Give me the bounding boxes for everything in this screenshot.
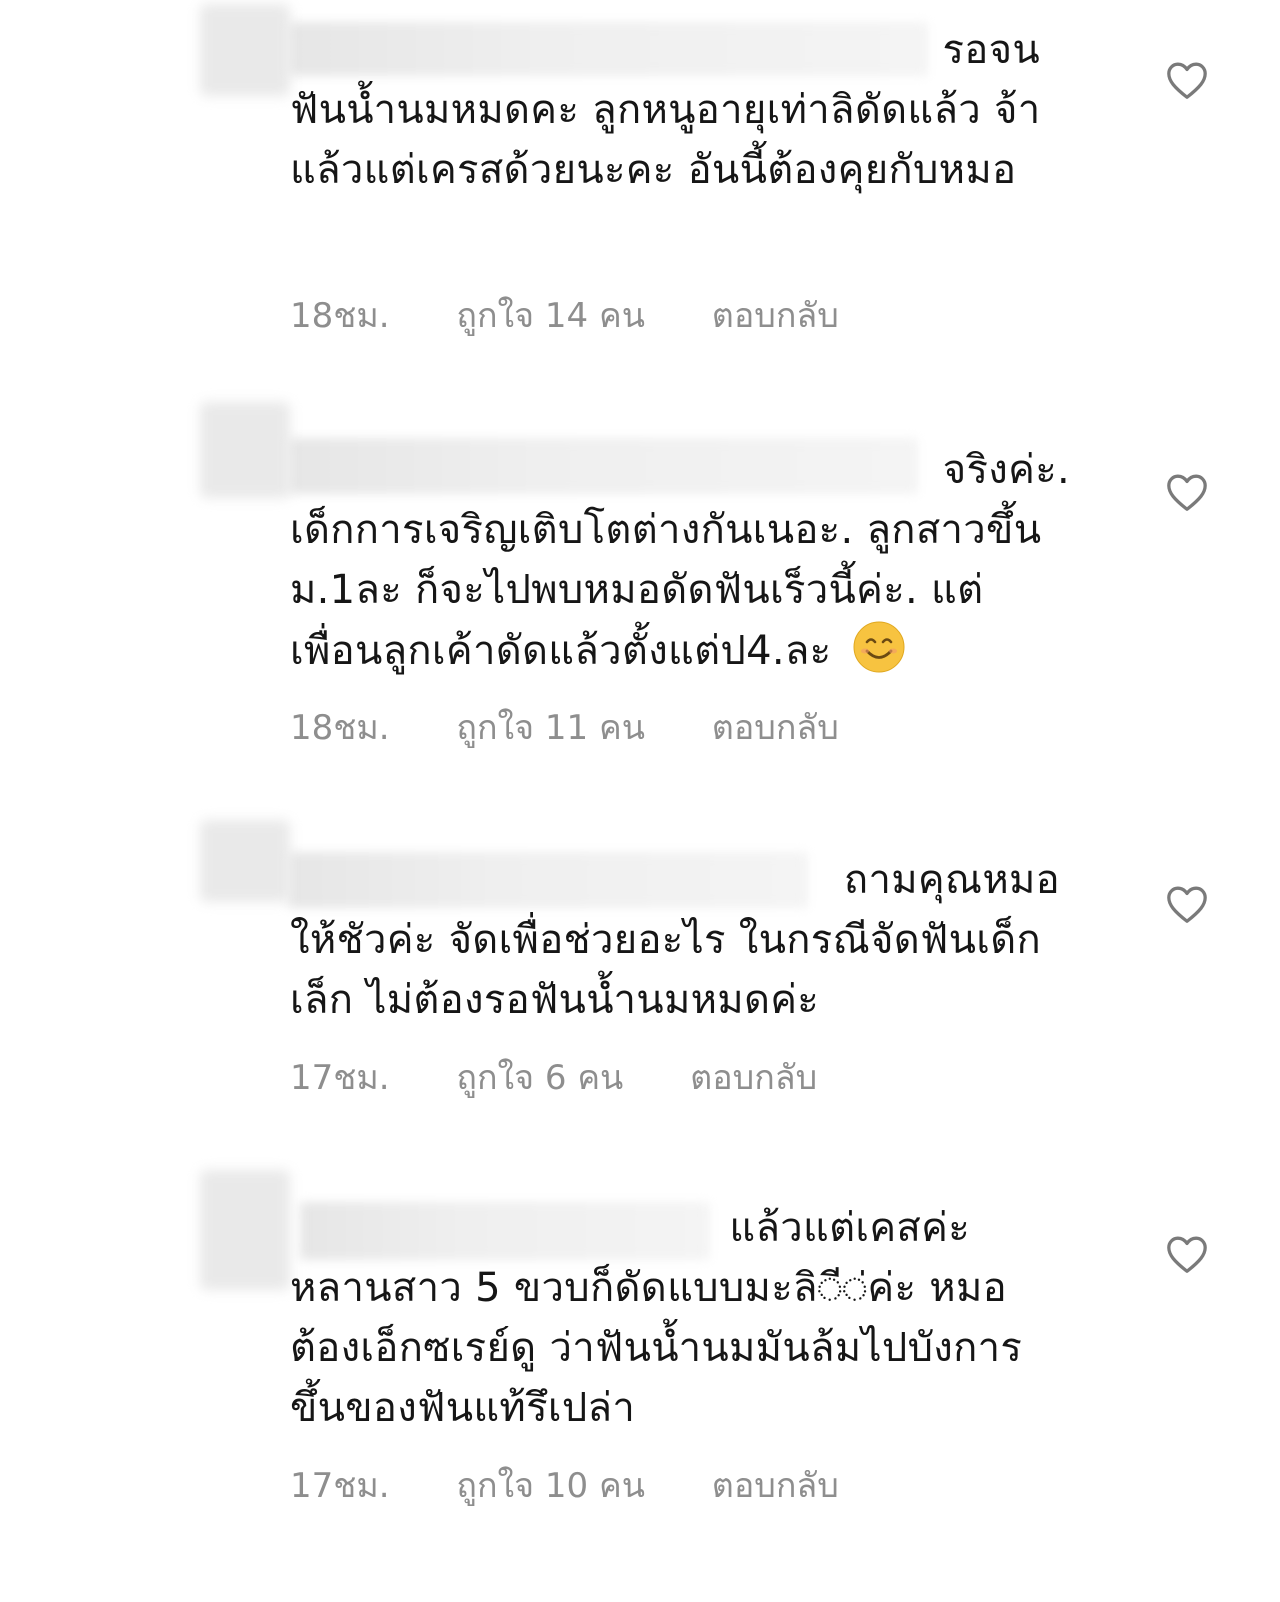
comment-text-rest: ให้ชัวค่ะ จัดเพื่อช่วยอะไร ในกรณีจัดฟันเ… bbox=[290, 917, 1042, 1023]
comment-time: 18ชม. bbox=[290, 296, 390, 336]
reply-button[interactable]: ตอบกลับ bbox=[712, 700, 839, 754]
comment-text: รอจน ฟันน้ำนมหมดคะ ลูกหนูอายุเท่าลิดัดแล… bbox=[290, 20, 1070, 200]
comment-text-rest: เด็กการเจริญเติบโตต่างกันเนอะ. ลูกสาวขึ้… bbox=[290, 507, 1042, 674]
comment-text-rest: ฟันน้ำนมหมดคะ ลูกหนูอายุเท่าลิดัดแล้ว จ้… bbox=[290, 87, 1041, 193]
heart-icon[interactable] bbox=[1165, 60, 1209, 100]
reply-button[interactable]: ตอบกลับ bbox=[712, 288, 839, 342]
comment-text-rest: หลานสาว 5 ขวบก็ดัดแบบมะลิ◌ี◌่ค่ะ หมอต้อง… bbox=[290, 1265, 1023, 1431]
heart-icon[interactable] bbox=[1165, 1234, 1209, 1274]
avatar[interactable] bbox=[200, 402, 290, 498]
comment-time: 17ชม. bbox=[290, 1466, 390, 1506]
comment-text-lead: แล้วแต่เคสค่ะ bbox=[729, 1205, 970, 1251]
comment-text: แล้วแต่เคสค่ะ หลานสาว 5 ขวบก็ดัดแบบมะลิ◌… bbox=[290, 1198, 1070, 1438]
smiling-face-emoji bbox=[853, 621, 905, 673]
avatar[interactable] bbox=[200, 1170, 290, 1290]
reply-button[interactable]: ตอบกลับ bbox=[712, 1458, 839, 1512]
avatar[interactable] bbox=[200, 4, 290, 96]
comment-likes[interactable]: ถูกใจ 11 คน bbox=[456, 700, 645, 754]
comment-meta: 17ชม. ถูกใจ 10 คน ตอบกลับ bbox=[290, 1458, 839, 1512]
comment-text-lead: ถามคุณหมอ bbox=[843, 857, 1060, 903]
comment-likes[interactable]: ถูกใจ 14 คน bbox=[456, 288, 645, 342]
comment-meta: 17ชม. ถูกใจ 6 คน ตอบกลับ bbox=[290, 1050, 817, 1104]
heart-icon[interactable] bbox=[1165, 472, 1209, 512]
comment-meta: 18ชม. ถูกใจ 14 คน ตอบกลับ bbox=[290, 288, 839, 342]
comment-text: ถามคุณหมอ ให้ชัวค่ะ จัดเพื่อช่วยอะไร ในก… bbox=[290, 850, 1070, 1030]
comment-text-lead: จริงค่ะ. bbox=[942, 447, 1070, 493]
comment-time: 17ชม. bbox=[290, 1058, 390, 1098]
comment-text: จริงค่ะ. เด็กการเจริญเติบโตต่างกันเนอะ. … bbox=[290, 440, 1070, 681]
comment-time: 18ชม. bbox=[290, 708, 390, 748]
heart-icon[interactable] bbox=[1165, 884, 1209, 924]
reply-button[interactable]: ตอบกลับ bbox=[690, 1050, 817, 1104]
comment-likes[interactable]: ถูกใจ 10 คน bbox=[456, 1458, 645, 1512]
comment-meta: 18ชม. ถูกใจ 11 คน ตอบกลับ bbox=[290, 700, 839, 754]
comment-text-lead: รอจน bbox=[942, 27, 1040, 73]
comment-likes[interactable]: ถูกใจ 6 คน bbox=[456, 1050, 623, 1104]
avatar[interactable] bbox=[200, 820, 290, 902]
